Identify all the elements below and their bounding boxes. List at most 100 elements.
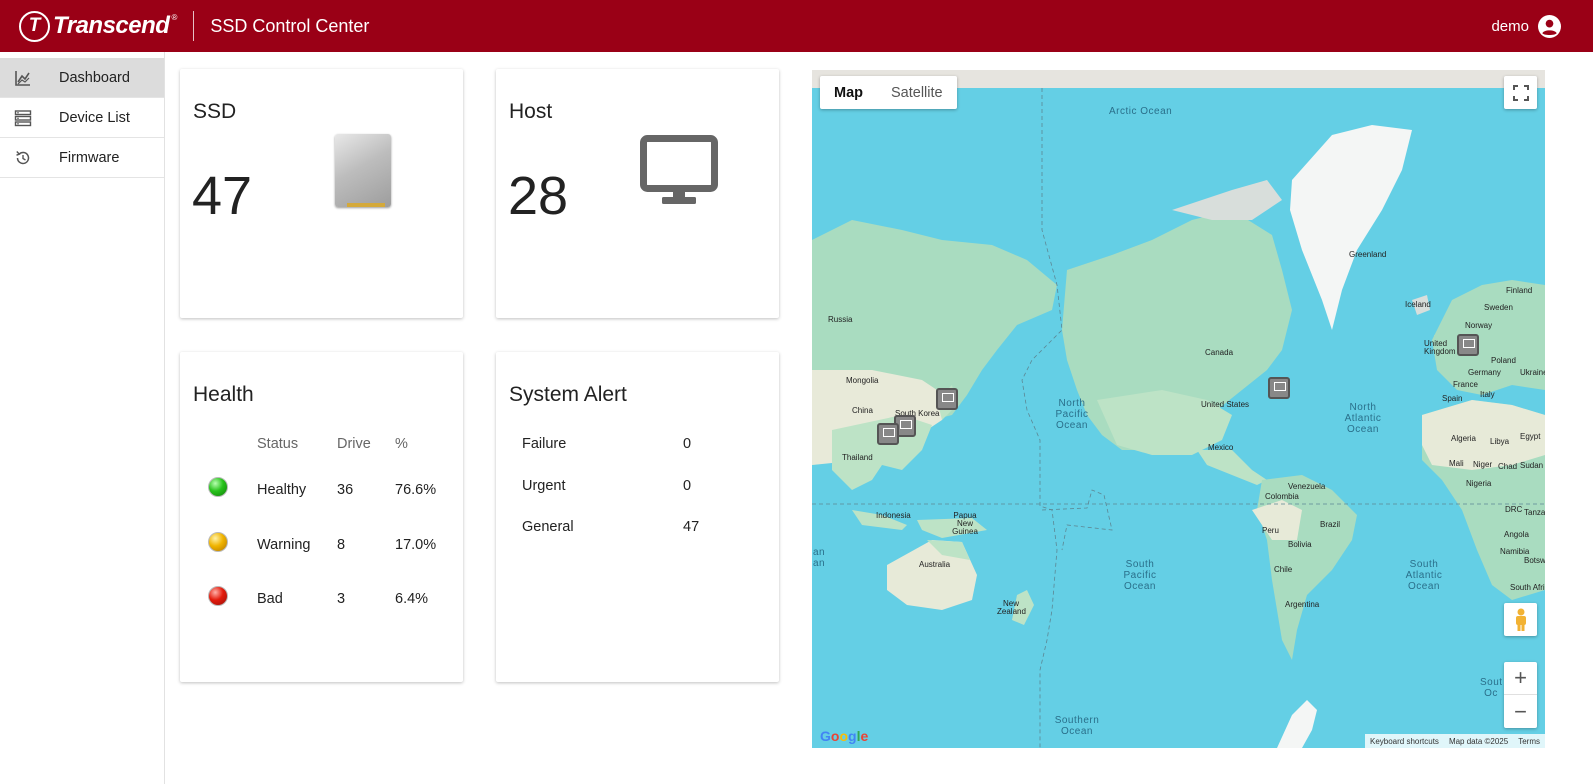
host-card[interactable]: Host 28 <box>496 69 779 318</box>
server-list-icon <box>14 109 32 126</box>
place-label: Argentina <box>1285 600 1320 609</box>
map-attribution: Keyboard shortcuts Map data ©2025 Terms <box>1365 734 1545 748</box>
status-red-icon <box>208 586 228 606</box>
ocean-label: South Atlantic Ocean <box>1405 559 1443 592</box>
place-label: Mongolia <box>846 376 879 385</box>
sidebar: Dashboard Device List Firmware <box>0 52 165 784</box>
place-label: Poland <box>1491 356 1516 365</box>
place-label: Peru <box>1262 526 1279 535</box>
map-marker[interactable] <box>877 423 899 445</box>
place-label: Germany <box>1468 368 1501 377</box>
place-label: China <box>852 406 873 415</box>
alert-row-value: 0 <box>683 478 692 494</box>
sidebar-item-label: Firmware <box>59 149 120 166</box>
health-header-status: Status <box>257 436 299 452</box>
monitor-icon <box>640 135 718 204</box>
place-label: Sudan <box>1520 461 1544 470</box>
place-label: Egypt <box>1520 432 1541 441</box>
map-marker[interactable] <box>1457 334 1479 356</box>
street-view-button[interactable] <box>1504 603 1537 636</box>
app-title: SSD Control Center <box>210 15 370 36</box>
health-row-status: Warning <box>257 537 311 553</box>
place-label: DRC <box>1505 505 1523 514</box>
keyboard-shortcuts-link[interactable]: Keyboard shortcuts <box>1365 737 1444 746</box>
health-card: Health Status Drive % Healthy 36 76.6% W… <box>180 352 463 682</box>
place-label: Greenland <box>1349 250 1387 259</box>
sidebar-item-dashboard[interactable]: Dashboard <box>0 58 164 98</box>
health-header-drive: Drive <box>337 436 371 452</box>
ssd-count: 47 <box>192 166 253 226</box>
health-header-percent: % <box>395 436 408 452</box>
world-map[interactable]: Arctic Ocean North Pacific Ocean North A… <box>812 70 1545 748</box>
health-row-percent: 6.4% <box>395 591 429 607</box>
user-menu[interactable]: demo <box>1491 0 1561 52</box>
ocean-label: North Pacific Ocean <box>1055 398 1089 431</box>
place-label: Canada <box>1205 348 1234 357</box>
place-label: Italy <box>1480 390 1495 399</box>
chart-line-icon <box>15 70 30 86</box>
map-type-control: Map Satellite <box>820 76 957 109</box>
alert-row-value: 47 <box>683 519 700 535</box>
status-green-icon <box>208 477 228 497</box>
ocean-label: Arctic Ocean <box>1109 106 1173 117</box>
place-label: France <box>1453 380 1478 389</box>
health-row-drive: 3 <box>337 591 346 607</box>
card-title: Health <box>193 383 254 406</box>
zoom-out-button[interactable]: − <box>1504 695 1537 728</box>
place-label: Russia <box>828 315 853 324</box>
logo-text: Transcend <box>53 12 170 39</box>
map-data-text: Map data ©2025 <box>1448 736 1509 746</box>
zoom-control: + − <box>1504 662 1537 728</box>
place-label: Ukraine <box>1520 368 1545 377</box>
ssd-card[interactable]: SSD 47 <box>180 69 463 318</box>
google-logo[interactable]: Google <box>820 728 868 744</box>
place-label: Mexico <box>1208 443 1234 452</box>
place-label: Tanzania <box>1524 508 1545 517</box>
alert-row-label: Failure <box>522 436 567 452</box>
place-label: Angola <box>1504 530 1529 539</box>
place-label: Venezuela <box>1288 482 1326 491</box>
ocean-label: South Pacific Ocean <box>1123 559 1157 592</box>
place-label: Chad <box>1498 462 1518 471</box>
place-label: Thailand <box>842 453 873 462</box>
sidebar-item-label: Device List <box>59 109 130 126</box>
header-divider <box>193 11 195 41</box>
sidebar-item-device-list[interactable]: Device List <box>0 98 164 138</box>
card-title: Host <box>509 100 553 123</box>
place-label: Namibia <box>1500 547 1530 556</box>
sidebar-item-label: Dashboard <box>59 69 130 86</box>
ocean-label: an an <box>812 547 826 569</box>
ocean-label: Sout Oc <box>1480 677 1503 699</box>
place-label: Botswana <box>1524 556 1545 565</box>
place-label: Indonesia <box>876 511 911 520</box>
place-label: United Kingdom <box>1424 339 1456 356</box>
alert-row-label: General <box>522 519 574 535</box>
card-title: System Alert <box>509 383 627 406</box>
terms-link[interactable]: Terms <box>1513 737 1545 746</box>
sidebar-item-firmware[interactable]: Firmware <box>0 138 164 178</box>
refresh-history-icon <box>16 150 30 164</box>
place-label: Algeria <box>1451 434 1476 443</box>
health-row-status: Healthy <box>257 482 307 498</box>
place-label: Nigeria <box>1466 479 1492 488</box>
map-marker[interactable] <box>936 388 958 410</box>
card-title: SSD <box>193 100 237 123</box>
fullscreen-button[interactable] <box>1504 76 1537 109</box>
alert-row-label: Urgent <box>522 478 566 494</box>
map-type-map-button[interactable]: Map <box>820 76 877 109</box>
ssd-drive-icon <box>335 134 391 207</box>
map-marker[interactable] <box>1268 377 1290 399</box>
host-count: 28 <box>508 166 569 226</box>
place-label: Libya <box>1490 437 1510 446</box>
map-type-satellite-button[interactable]: Satellite <box>877 76 957 109</box>
place-label: New Zealand <box>997 599 1026 616</box>
place-label: Chile <box>1274 565 1293 574</box>
health-row-status: Bad <box>257 591 283 607</box>
place-label: United States <box>1201 400 1250 409</box>
health-row-drive: 8 <box>337 537 346 553</box>
place-label: Papua New Guinea <box>952 511 978 536</box>
system-alert-card: System Alert Failure 0 Urgent 0 General … <box>496 352 779 682</box>
transcend-logo[interactable]: T Transcend ® <box>19 10 177 42</box>
user-name: demo <box>1491 17 1529 35</box>
zoom-in-button[interactable]: + <box>1504 662 1537 695</box>
